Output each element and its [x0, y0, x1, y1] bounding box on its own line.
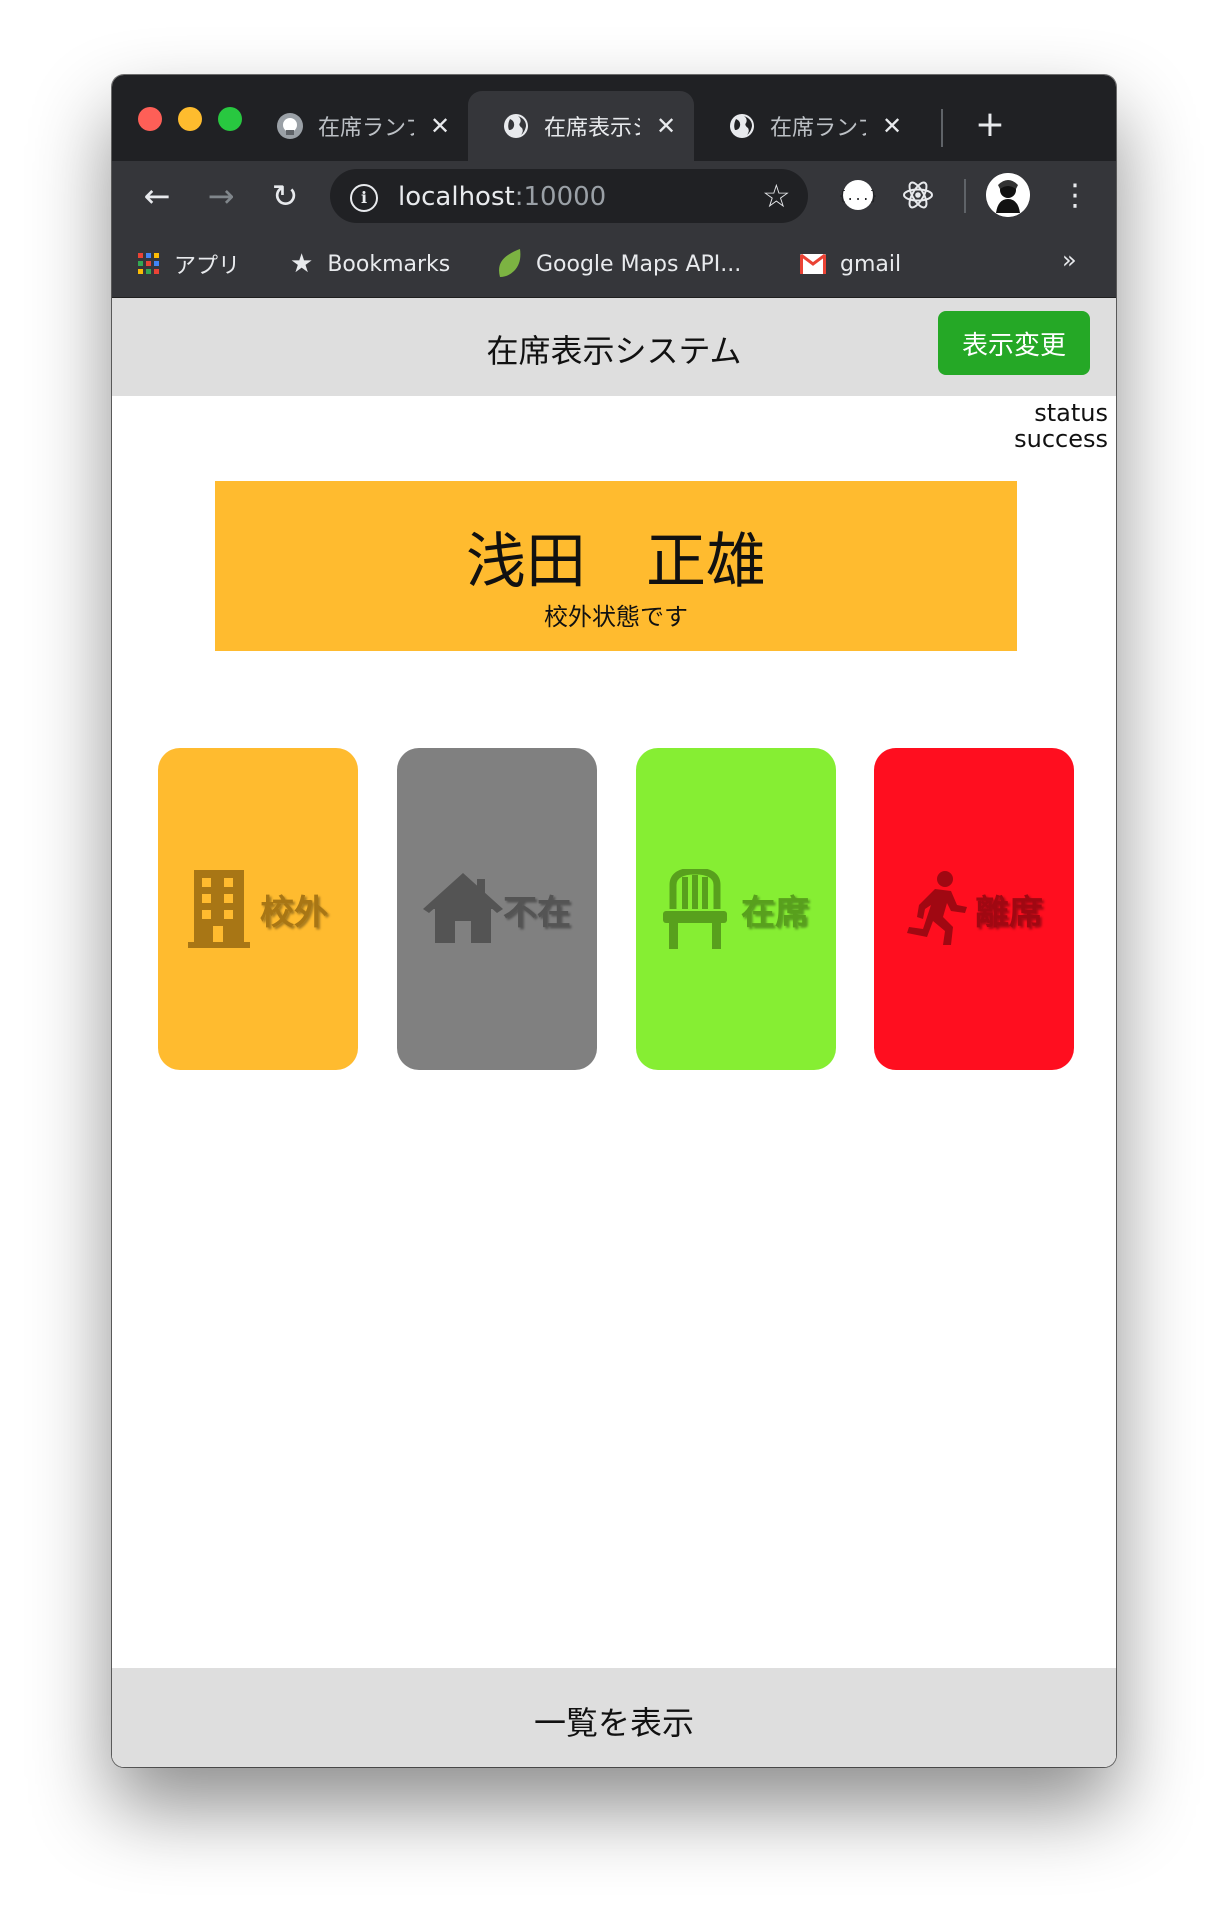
- tab-1-close-icon[interactable]: ✕: [428, 112, 452, 140]
- gmail-icon: [800, 254, 826, 274]
- person-name: 浅田 正雄: [466, 527, 766, 597]
- bookmark-gmail[interactable]: gmail: [800, 246, 901, 282]
- minimize-window-button[interactable]: [178, 107, 202, 131]
- svg-text:{...}: {...}: [840, 189, 876, 204]
- tab-1-title: 在席ランプ: [318, 116, 414, 141]
- tab-bar: 在席ランプ ✕ 在席表示システム ✕ 在席ランプ ✕ +: [112, 75, 1116, 161]
- apps-grid-icon: [138, 253, 159, 274]
- tab-3[interactable]: 在席ランプ ✕: [694, 91, 920, 161]
- bookmark-gmail-label: gmail: [840, 251, 902, 277]
- state-button-away[interactable]: 校外: [158, 748, 358, 1070]
- maximize-window-button[interactable]: [218, 107, 242, 131]
- web-page: 在席表示システム 表示変更 status success 浅田 正雄 校外状態で…: [112, 298, 1116, 1767]
- state-label-absent: 不在: [503, 893, 571, 932]
- home-icon: [423, 873, 503, 943]
- state-button-present[interactable]: 在席: [636, 748, 836, 1070]
- react-devtools-extension-icon[interactable]: [900, 177, 936, 213]
- app-header: 在席表示システム 表示変更: [112, 298, 1116, 396]
- globe-icon: [730, 114, 754, 138]
- running-person-icon: [907, 871, 967, 945]
- tab-2-active[interactable]: 在席表示システム ✕: [468, 91, 694, 161]
- leaf-icon: [499, 249, 521, 277]
- bookmarks-overflow-button[interactable]: »: [1062, 246, 1077, 274]
- star-icon: ★: [290, 249, 314, 279]
- name-card: 浅田 正雄 校外状態です: [215, 481, 1017, 651]
- close-window-button[interactable]: [138, 107, 162, 131]
- status-value: success: [1014, 425, 1108, 453]
- state-label-away: 校外: [260, 893, 328, 932]
- tab-3-title: 在席ランプ: [770, 116, 866, 141]
- bookmark-apps[interactable]: アプリ: [138, 246, 240, 282]
- tab-2-close-icon[interactable]: ✕: [654, 112, 678, 140]
- back-arrow-icon[interactable]: ←: [134, 173, 180, 219]
- bookmark-star-icon[interactable]: ☆: [762, 177, 791, 215]
- browser-window: 在席ランプ ✕ 在席表示システム ✕ 在席ランプ ✕ + ← → ↻ i: [112, 75, 1116, 1767]
- status-indicator: status success: [1014, 400, 1108, 452]
- new-tab-button[interactable]: +: [970, 105, 1010, 145]
- forward-arrow-icon[interactable]: →: [198, 173, 244, 219]
- url-host: localhost: [398, 182, 515, 212]
- bookmark-bookmarks[interactable]: ★ Bookmarks: [290, 246, 450, 282]
- current-status-text: 校外状態です: [544, 603, 688, 631]
- tab-3-close-icon[interactable]: ✕: [880, 112, 904, 140]
- bookmarks-bar: アプリ ★ Bookmarks Google Maps API... gmail…: [112, 231, 1116, 298]
- bookmark-bookmarks-label: Bookmarks: [327, 251, 451, 277]
- reload-icon[interactable]: ↻: [262, 173, 308, 219]
- state-button-leave[interactable]: 離席: [874, 748, 1074, 1070]
- profile-avatar[interactable]: [986, 173, 1030, 217]
- status-label: status: [1034, 399, 1108, 427]
- globe-icon: [504, 114, 528, 138]
- show-list-link[interactable]: 一覧を表示: [112, 1698, 1116, 1744]
- tab-separator: [941, 109, 943, 147]
- state-label-leave: 離席: [975, 893, 1043, 932]
- url-text[interactable]: localhost:10000: [398, 182, 606, 212]
- state-label-present: 在席: [741, 893, 809, 932]
- change-display-button[interactable]: 表示変更: [938, 311, 1090, 375]
- bookmark-google-maps-label: Google Maps API...: [536, 251, 742, 277]
- lamp-favicon-icon: [277, 113, 303, 139]
- browser-menu-icon[interactable]: ⋮: [1060, 173, 1090, 219]
- tab-2-title: 在席表示システム: [544, 116, 640, 141]
- state-button-absent[interactable]: 不在: [397, 748, 597, 1070]
- building-icon: [188, 870, 250, 948]
- address-bar[interactable]: i localhost:10000 ☆: [330, 169, 808, 223]
- chair-icon: [663, 869, 727, 949]
- site-info-icon[interactable]: i: [350, 184, 378, 212]
- toolbar-separator: [964, 179, 966, 213]
- bookmark-google-maps[interactable]: Google Maps API...: [496, 246, 741, 282]
- tab-1[interactable]: 在席ランプ ✕: [242, 91, 468, 161]
- json-viewer-extension-icon[interactable]: {...}: [840, 177, 876, 213]
- bookmark-apps-label: アプリ: [174, 254, 241, 279]
- browser-toolbar: ← → ↻ i localhost:10000 ☆ {...} ⋮: [112, 161, 1116, 231]
- url-port: :10000: [514, 182, 607, 212]
- footer-bar: 一覧を表示: [112, 1668, 1116, 1767]
